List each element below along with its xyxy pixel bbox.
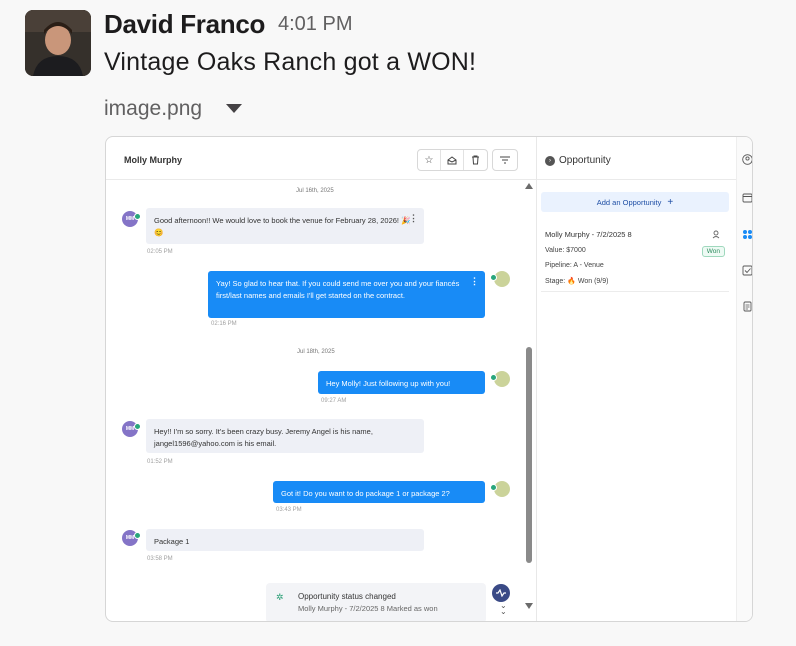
opportunities-icon[interactable] (741, 228, 752, 240)
opportunity-card[interactable]: Molly Murphy - 7/2/2025 8 Value: $7000 W… (541, 224, 729, 292)
stage-flame-icon: 🔥 (567, 278, 576, 285)
status-subtitle: Molly Murphy - 7/2/2025 8 Marked as won (298, 604, 438, 613)
panel-title: Opportunity (559, 155, 611, 166)
trash-icon[interactable] (464, 150, 487, 170)
star-icon[interactable]: ☆ (418, 150, 441, 170)
add-opportunity-label: Add an Opportunity (596, 197, 662, 207)
date-divider: Jul 16th, 2025 (296, 188, 334, 194)
outgoing-message[interactable]: Hey Molly! Just following up with you! (318, 371, 485, 394)
opportunity-name: Molly Murphy - 7/2/2025 8 (545, 230, 632, 239)
attachment-name: image.png (104, 97, 203, 120)
mail-open-icon[interactable] (441, 150, 464, 170)
incoming-message[interactable]: Good afternoon!! We would love to book t… (146, 208, 424, 244)
sender-avatar[interactable] (25, 10, 91, 76)
incoming-message[interactable]: Package 1 (146, 529, 424, 551)
stage-label: Stage: (545, 278, 566, 285)
tasks-icon[interactable] (741, 264, 752, 276)
contact-avatar: MM (122, 421, 141, 437)
calendar-icon[interactable] (741, 191, 752, 203)
date-divider: Jul 18th, 2025 (297, 349, 335, 355)
avatar-initials: MM (125, 535, 135, 541)
message-body: Hey!! I'm so sorry. It's been crazy busy… (154, 427, 373, 448)
stage-value: Won (9/9) (577, 278, 609, 285)
contact-name: Molly Murphy (124, 155, 182, 165)
outgoing-message[interactable]: Got it! Do you want to do package 1 or p… (273, 481, 485, 503)
attached-screenshot[interactable]: Molly Murphy ☆ Jul 16th, 2025 MM Good af… (105, 136, 753, 622)
divider (537, 179, 737, 180)
opportunity-icon: ✲ (276, 592, 284, 602)
user-avatar (490, 481, 510, 497)
contact-avatar: MM (122, 530, 141, 546)
avatar-initials: MM (125, 426, 135, 432)
side-icon-rail (736, 137, 752, 621)
message-body: Hey Molly! Just following up with you! (326, 379, 451, 388)
collapse-icon[interactable]: › (545, 155, 555, 166)
user-avatar (490, 371, 510, 387)
add-opportunity-button[interactable]: Add an Opportunity + (541, 192, 729, 212)
status-title: Opportunity status changed (298, 592, 396, 601)
opportunity-panel: › Opportunity Add an Opportunity + Molly… (536, 137, 737, 621)
opportunity-status-card[interactable]: ✲ Opportunity status changed Molly Murph… (266, 583, 486, 621)
scroll-up-arrow[interactable] (525, 183, 533, 189)
plus-icon: + (667, 196, 674, 208)
message-menu-icon[interactable]: ⋮ (409, 214, 418, 223)
notes-icon[interactable] (741, 300, 752, 312)
user-avatar (490, 271, 510, 287)
incoming-message[interactable]: Hey!! I'm so sorry. It's been crazy busy… (146, 419, 424, 453)
scrollbar-thumb[interactable] (526, 347, 532, 563)
status-badge: Won (701, 246, 725, 257)
assign-user-icon[interactable] (712, 230, 721, 241)
message-time: 01:52 PM (147, 459, 173, 465)
message-time: 03:58 PM (147, 556, 173, 562)
outgoing-message[interactable]: Yay! So glad to hear that. If you could … (208, 271, 485, 318)
message-timestamp[interactable]: 4:01 PM (278, 13, 352, 36)
divider (106, 179, 536, 180)
message-time: 03:43 PM (276, 507, 302, 513)
message-time: 09:27 AM (321, 398, 347, 404)
scroll-down-arrow[interactable] (525, 603, 533, 609)
message-body: Good afternoon!! We would love to book t… (154, 216, 411, 237)
opportunity-value: Value: $7000 (545, 247, 586, 254)
attachment-toggle-icon[interactable] (226, 104, 242, 113)
message-body: Got it! Do you want to do package 1 or p… (281, 489, 450, 498)
message-body: Package 1 (154, 537, 190, 546)
sender-name[interactable]: David Franco (104, 9, 265, 40)
opportunity-stage: Stage: 🔥 Won (9/9) (545, 277, 608, 285)
message-text: Vintage Oaks Ranch got a WON! (104, 48, 477, 76)
activity-icon (492, 584, 510, 602)
contact-icon[interactable] (741, 153, 752, 165)
filter-icon[interactable] (492, 149, 518, 171)
scroll-to-bottom-icon[interactable]: ⌄ ⌄ (500, 602, 507, 616)
conversation-actions: ☆ (417, 149, 488, 171)
contact-avatar: MM (122, 211, 141, 227)
opportunity-pipeline: Pipeline: A - Venue (545, 262, 604, 269)
message-menu-icon[interactable]: ⋮ (470, 277, 479, 286)
avatar-initials: MM (125, 216, 135, 222)
message-body: Yay! So glad to hear that. If you could … (216, 279, 460, 300)
panel-header[interactable]: › Opportunity (545, 155, 611, 166)
message-time: 02:16 PM (211, 321, 237, 327)
message-time: 02:05 PM (147, 249, 173, 255)
